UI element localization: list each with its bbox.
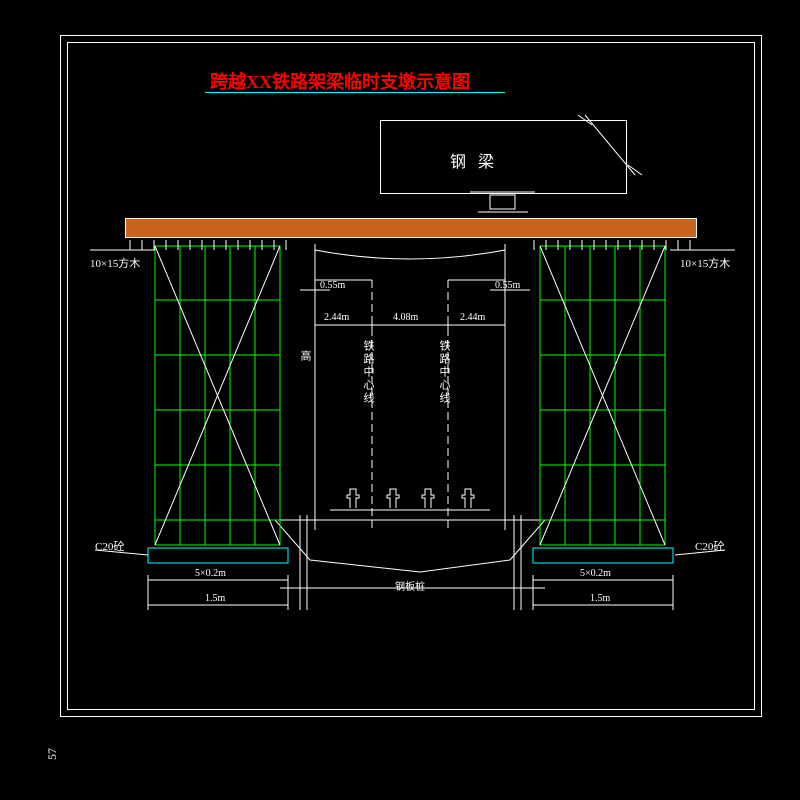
c20-right: C20砼 [695,538,724,554]
dim-244-left: 2.44m [324,312,349,323]
base-dim-right: 1.5m [590,593,610,604]
base-dim-left: 1.5m [205,593,225,604]
distribution-beam [125,218,697,238]
drawing-svg [0,0,800,800]
rail-cl-left: 铁路中心线 [360,340,376,405]
rail-cl-right: 铁路中心线 [436,340,452,405]
height-label: 高 [297,350,313,363]
dim-408: 4.08m [393,312,418,323]
conc-dim-right: 5×0.2m [580,568,611,579]
dim-244-right: 2.44m [460,312,485,323]
c20-left: C20砼 [95,538,124,554]
pile-label: 钢板桩 [395,578,425,593]
dim-055-right: 0.55m [495,280,520,291]
dim-055-left: 0.55m [320,280,345,291]
conc-dim-left: 5×0.2m [195,568,226,579]
page-number: 57 [45,748,60,760]
timber-label-left: 10×15方木 [90,255,140,271]
timber-label-right: 10×15方木 [680,255,730,271]
